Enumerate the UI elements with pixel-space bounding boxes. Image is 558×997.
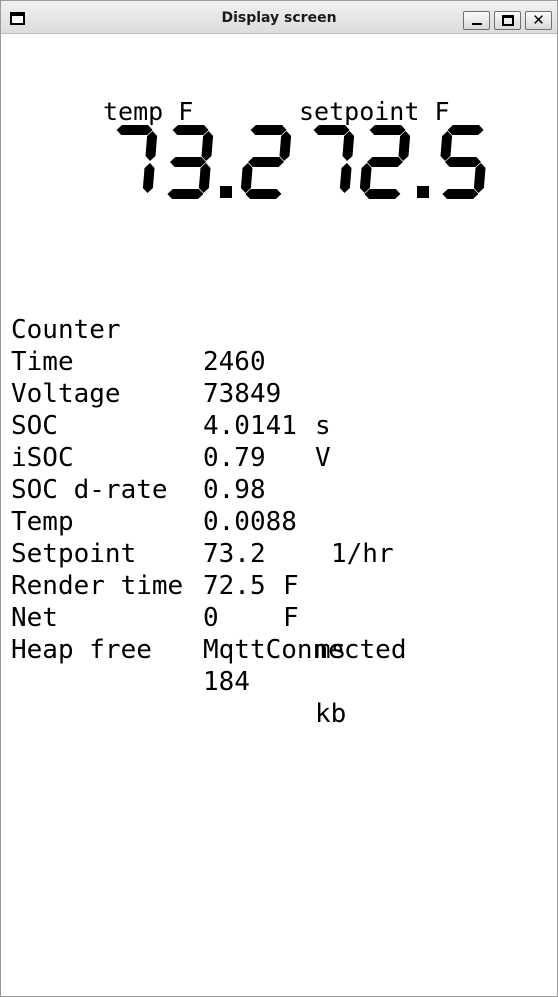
row-unit: kb xyxy=(315,699,347,729)
status-row-isoc: iSOC 0.98 xyxy=(11,410,551,505)
status-row-temp: Temp 73.2 F xyxy=(11,474,551,601)
segment-c xyxy=(339,163,352,193)
segment-c xyxy=(473,163,486,193)
segment-g xyxy=(248,157,284,167)
seven-segment-digit xyxy=(359,125,411,199)
status-row-soc-d-rate: SOC d-rate 0.0088 1/hr xyxy=(11,442,551,569)
status-row-soc: SOC 0.79 xyxy=(11,378,551,473)
status-row-counter: Counter 2460 xyxy=(11,282,551,377)
segment-b xyxy=(398,131,411,161)
segment-a xyxy=(116,125,153,135)
setpoint-label: setpoint F xyxy=(299,97,450,126)
row-value: MqttConnected xyxy=(203,635,407,665)
segment-d xyxy=(442,189,479,199)
seven-segment-digit xyxy=(116,125,158,193)
segment-g xyxy=(170,157,206,167)
segment-a xyxy=(313,125,350,135)
maximize-icon xyxy=(502,15,514,26)
seven-segment-digit xyxy=(240,125,292,199)
maximize-button[interactable] xyxy=(494,11,521,30)
segment-b xyxy=(279,131,292,161)
segment-g xyxy=(367,157,403,167)
segment-b xyxy=(145,131,158,161)
minimize-button[interactable] xyxy=(463,11,490,30)
segment-b xyxy=(342,131,355,161)
seven-segment-digit xyxy=(167,125,214,199)
segment-f xyxy=(440,131,453,161)
close-icon: ✕ xyxy=(532,11,545,29)
display-canvas: temp F setpoint F Counter 2460 Time 7384… xyxy=(10,34,553,994)
segment-c xyxy=(198,163,211,193)
seven-segment-digit xyxy=(313,125,355,193)
row-value: 184 xyxy=(203,667,250,697)
status-table: Counter 2460 Time 73849 s Voltage 4.0141… xyxy=(11,282,551,729)
segment-e xyxy=(240,163,253,193)
row-key: Heap free xyxy=(11,635,152,665)
segment-b xyxy=(201,131,214,161)
title-bar[interactable]: Display screen ✕ xyxy=(1,1,557,34)
segment-a xyxy=(250,125,287,135)
segment-a xyxy=(447,125,484,135)
close-button[interactable]: ✕ xyxy=(525,11,552,30)
status-row-setpoint: Setpoint 72.5 F xyxy=(11,506,551,633)
segment-a xyxy=(172,125,209,135)
status-row-render-time: Render time 0 ms xyxy=(11,538,551,665)
temp-label: temp F xyxy=(103,97,194,126)
minimize-icon xyxy=(472,23,482,25)
status-row-voltage: Voltage 4.0141 V xyxy=(11,346,551,473)
decimal-point-mark xyxy=(417,186,429,198)
decimal-point xyxy=(417,186,429,198)
status-row-time: Time 73849 s xyxy=(11,314,551,441)
display-window: Display screen ✕ temp F setpoint F Count… xyxy=(0,0,558,997)
segment-g xyxy=(445,157,481,167)
seven-segment-digit xyxy=(440,125,486,199)
segment-d xyxy=(245,189,282,199)
decimal-point-mark xyxy=(220,186,232,198)
decimal-point xyxy=(220,186,232,198)
segment-d xyxy=(364,189,401,199)
segment-e xyxy=(359,163,372,193)
segment-c xyxy=(142,163,155,193)
temp-seven-segment-value xyxy=(106,125,296,199)
segment-d xyxy=(167,189,204,199)
segment-a xyxy=(369,125,406,135)
status-row-net: Net MqttConnected xyxy=(11,570,551,665)
status-row-heap-free: Heap free 184 kb xyxy=(11,602,551,729)
setpoint-seven-segment-value xyxy=(303,125,493,199)
